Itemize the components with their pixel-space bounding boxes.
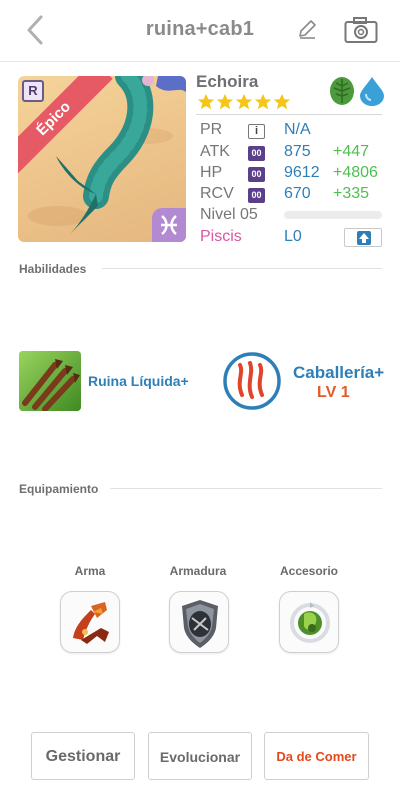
star-icon	[216, 93, 234, 110]
upgrade-button[interactable]	[344, 228, 382, 247]
zodiac-sign: Piscis	[200, 228, 242, 245]
weapon-label: Arma	[74, 564, 106, 578]
evolve-button[interactable]: Evolucionar	[148, 732, 252, 780]
element-icons	[328, 76, 386, 106]
plus-badge: 00	[248, 188, 265, 203]
divider	[110, 488, 382, 489]
rarity-badge: R	[22, 80, 44, 102]
stat-value: 670	[284, 185, 311, 202]
divider	[102, 268, 382, 269]
star-icon	[254, 93, 272, 110]
skill-liquid-ruin-icon[interactable]	[19, 351, 81, 411]
skill-cavalry-icon[interactable]	[222, 351, 282, 411]
stat-row-atk: ATK 00 875 +447	[200, 143, 385, 165]
leaf-icon	[330, 77, 354, 105]
skill-name: Ruina Líquida+	[88, 373, 189, 389]
camera-icon[interactable]	[344, 16, 378, 44]
accessory-label: Accesorio	[279, 564, 339, 578]
divider	[196, 114, 382, 115]
level-progress-bar	[284, 211, 382, 219]
weapon-icon	[73, 602, 109, 644]
stat-bonus: +447	[333, 143, 370, 160]
skill-name: Caballería+	[293, 363, 385, 382]
armor-icon	[182, 600, 218, 648]
star-icon	[273, 93, 291, 110]
stat-row-hp: HP 00 9612 +4806	[200, 164, 385, 186]
monster-card[interactable]: Épico R	[18, 76, 186, 242]
monster-name: Echoira	[196, 72, 259, 91]
star-icon	[235, 93, 253, 110]
stat-label: RCV	[200, 185, 234, 202]
level-label: Nivel 05	[200, 206, 258, 223]
stat-row-pr: PR i N/A	[200, 121, 385, 143]
pencil-icon[interactable]	[296, 18, 318, 40]
stat-bonus: +4806	[333, 164, 378, 181]
arrow-up-icon	[357, 231, 371, 245]
pisces-icon	[152, 208, 186, 242]
limit-level: L0	[284, 228, 302, 245]
skill-level: LV 1	[317, 384, 350, 401]
weapon-slot[interactable]	[60, 591, 120, 653]
stat-row-rcv: RCV 00 670 +335	[200, 185, 385, 207]
star-rating	[197, 93, 291, 111]
stat-value: 875	[284, 143, 311, 160]
armor-label: Armadura	[169, 564, 227, 578]
stat-value: N/A	[284, 121, 311, 138]
armor-slot[interactable]	[169, 591, 229, 653]
manage-button[interactable]: Gestionar	[31, 732, 135, 780]
equipment-heading: Equipamiento	[19, 482, 99, 496]
stat-label: HP	[200, 164, 223, 181]
page-title: ruina+cab1	[145, 18, 255, 40]
star-icon	[197, 93, 215, 110]
stat-label: ATK	[200, 143, 230, 160]
feed-button[interactable]: Da de Comer	[264, 732, 369, 780]
stat-value: 9612	[284, 164, 320, 181]
top-bar: ruina+cab1	[0, 0, 400, 62]
stat-label: PR	[200, 121, 223, 138]
stat-bonus: +335	[333, 185, 370, 202]
accessory-slot[interactable]	[279, 591, 339, 653]
accessory-icon	[290, 602, 330, 643]
water-drop-icon	[360, 77, 384, 106]
plus-badge: 00	[248, 167, 265, 182]
skills-heading: Habilidades	[19, 262, 87, 276]
plus-badge: 00	[248, 146, 265, 161]
info-icon[interactable]: i	[248, 124, 265, 139]
